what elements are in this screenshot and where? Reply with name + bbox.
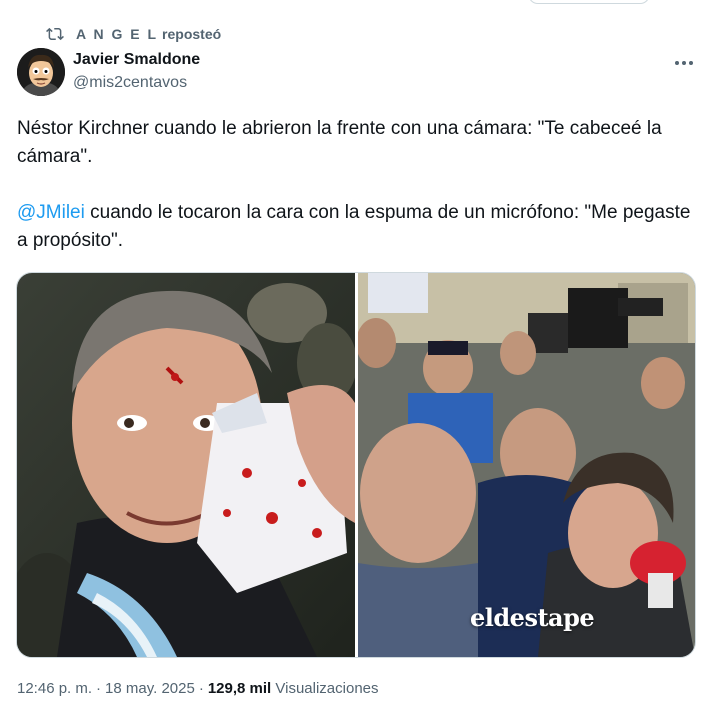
tweet-line-2-rest: cuando le tocaron la cara con la espuma …	[17, 202, 691, 251]
tweet-text: Néstor Kirchner cuando le abrieron la fr…	[17, 115, 697, 255]
photo-milei-image	[358, 273, 695, 657]
photo-kirchner-image	[17, 273, 355, 657]
author-block: Javier Smaldone @mis2centavos	[73, 50, 200, 93]
media-grid: eldestape	[16, 272, 696, 658]
repost-icon	[46, 27, 64, 41]
cartoon-avatar-icon	[17, 48, 65, 96]
tweet-line-2: @JMilei cuando le tocaron la cara con la…	[17, 199, 697, 255]
top-action-pill[interactable]	[528, 0, 650, 4]
photo-kirchner[interactable]	[17, 273, 355, 657]
avatar[interactable]	[17, 48, 65, 96]
more-options-icon[interactable]	[670, 56, 698, 70]
views-count[interactable]: 129,8 mil	[208, 680, 271, 697]
author-display-name[interactable]: Javier Smaldone	[73, 50, 200, 70]
repost-verb: reposteó	[162, 26, 222, 42]
repost-user[interactable]: A N G E L	[76, 26, 158, 42]
tweet-meta: 12:46 p. m. · 18 may. 2025 · 129,8 mil Visua…	[17, 680, 379, 697]
views-label: Visualizaciones	[275, 680, 379, 697]
mention-link[interactable]: @JMilei	[17, 202, 85, 223]
photo-milei[interactable]: eldestape	[358, 273, 695, 657]
repost-indicator: A N G E L reposteó	[46, 23, 221, 45]
watermark-eldestape: eldestape	[470, 603, 595, 632]
tweet-line-1: Néstor Kirchner cuando le abrieron la fr…	[17, 118, 662, 167]
tweet-time[interactable]: 12:46 p. m.	[17, 680, 92, 697]
author-handle[interactable]: @mis2centavos	[73, 73, 200, 93]
tweet-date[interactable]: 18 may. 2025	[105, 680, 195, 697]
